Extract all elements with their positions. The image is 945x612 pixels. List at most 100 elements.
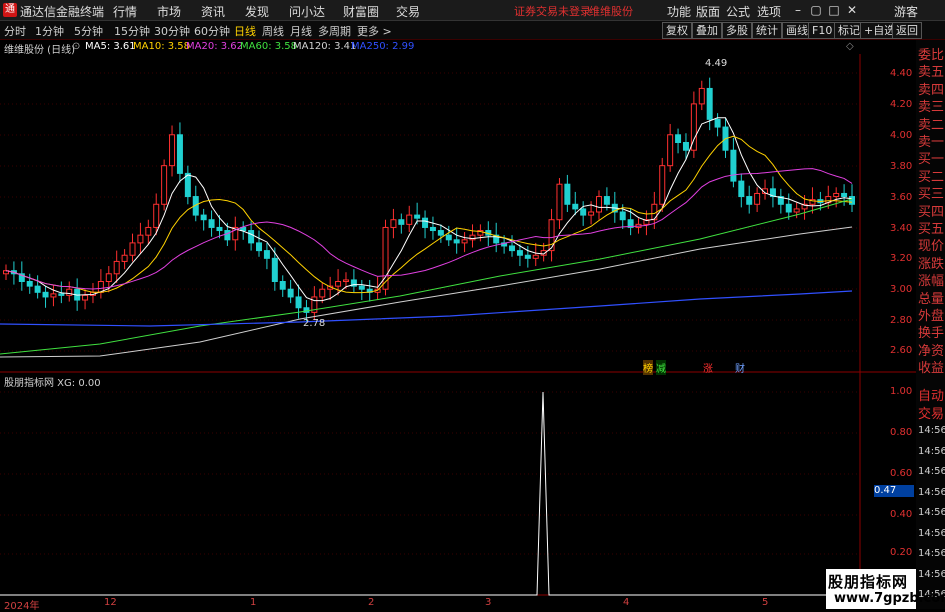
price-tick-4.20: 4.20 [890,99,913,110]
candle-body [738,180,745,198]
multi-stock-button[interactable]: 多股 [722,22,752,39]
indicator-tick-0.20: 0.20 [890,547,913,558]
candle-body [145,226,152,236]
stats-button[interactable]: 统计 [752,22,782,39]
side-label[interactable]: 卖三 [918,96,944,115]
side-label[interactable]: 收益 [918,357,944,376]
period-tab-multi[interactable]: 多周期 [318,23,351,39]
side-label[interactable]: 买二 [918,166,944,185]
period-tab-1min[interactable]: 1分钟 [35,23,64,39]
side-label[interactable]: 卖一 [918,131,944,150]
price-tick-3.80: 3.80 [890,161,913,172]
period-tab-daily[interactable]: 日线 [234,23,256,39]
candle-body [248,230,255,244]
candle-body [82,294,89,301]
adjust-button[interactable]: 复权 [662,22,692,39]
candle-body [437,230,444,236]
expand-icon[interactable]: ◇ [846,41,854,52]
candle-body [256,242,263,252]
x-tick-12: 12 [104,597,117,608]
side-label[interactable]: 卖二 [918,114,944,133]
price-tick-3.40: 3.40 [890,223,913,234]
side-label[interactable]: 卖五 [918,61,944,80]
side-bottom-label[interactable]: 自动 [918,385,944,404]
settings-icon[interactable]: ⊙ [72,41,80,52]
candle-body [66,288,73,296]
event-mark-limit[interactable]: 涨 [703,360,713,375]
candle-body [516,250,523,256]
x-tick-2024: 2024年 [4,601,40,612]
side-label[interactable]: 总量 [918,288,944,307]
menu-ask[interactable]: 问小达 [289,3,325,20]
event-mark-rank[interactable]: 榜 [643,360,653,375]
menu-trade[interactable]: 交易 [396,3,420,20]
menu-quotes[interactable]: 行情 [113,3,137,20]
ma-120-line [0,226,853,358]
side-label[interactable]: 外盘 [918,305,944,324]
side-label[interactable]: 买四 [918,201,944,220]
login-notice[interactable]: 证券交易未登录 [514,3,591,19]
side-label[interactable]: 卖四 [918,79,944,98]
period-tab-monthly[interactable]: 月线 [290,23,312,39]
period-tab-30min[interactable]: 30分钟 [154,23,190,39]
app-title: 通达信金融终端 [20,5,105,19]
period-tab-15min[interactable]: 15分钟 [114,23,150,39]
candle-body [524,254,531,259]
side-label[interactable]: 买五 [918,218,944,237]
indicator-line [0,391,852,596]
event-mark-finance[interactable]: 财 [735,360,745,375]
candles [3,77,855,322]
overlay-button[interactable]: 叠加 [692,22,722,39]
menu-news[interactable]: 资讯 [201,3,225,20]
price-tick-4.40: 4.40 [890,68,913,79]
side-label[interactable]: 涨跌 [918,253,944,272]
menu-market[interactable]: 市场 [157,3,181,20]
candle-body [271,257,278,282]
candle-body [153,203,160,228]
restore-icon[interactable]: ▢ [808,2,824,18]
side-label[interactable]: 买一 [918,148,944,167]
candle-body [287,288,294,298]
menu-wealth[interactable]: 财富圈 [343,3,379,20]
candle-body [785,203,792,213]
candle-body [445,234,452,241]
menu-discover[interactable]: 发现 [245,3,269,20]
x-tick-4: 4 [623,597,630,608]
side-bottom-label[interactable]: 交易 [918,403,944,422]
f10-button[interactable]: F10 [808,22,837,39]
stock-notice[interactable]: 维维股份 [589,3,633,19]
period-tab-weekly[interactable]: 周线 [262,23,284,39]
side-label[interactable]: 换手 [918,322,944,341]
side-label[interactable]: 委比 [918,44,944,63]
candle-body [619,211,626,221]
period-tab-5min[interactable]: 5分钟 [74,23,103,39]
menu-bar: 通 通达信金融终端 行情 市场 资讯 发现 问小达 财富圈 交易 证券交易未登录… [0,0,945,21]
candle-body [548,219,555,252]
close-icon[interactable]: ✕ [844,2,860,18]
indicator-tick-0.60: 0.60 [890,468,913,479]
menu-layout[interactable]: 版面 [696,3,720,20]
menu-options[interactable]: 选项 [757,3,781,20]
period-tab-60min[interactable]: 60分钟 [194,23,230,39]
event-mark-reduce[interactable]: 减 [656,360,666,375]
candle-body [453,239,460,244]
menu-function[interactable]: 功能 [667,3,691,20]
side-label[interactable]: 现价 [918,235,944,254]
menu-formula[interactable]: 公式 [726,3,750,20]
side-label[interactable]: 净资 [918,340,944,359]
side-label[interactable]: 涨幅 [918,270,944,289]
trade-time: 14:56 [918,568,945,580]
trade-time: 14:56 [918,527,945,539]
guest-label[interactable]: 游客 [894,3,918,20]
side-label[interactable]: 买三 [918,183,944,202]
period-tab-more[interactable]: 更多 > [357,23,392,39]
indicator-label[interactable]: 股朋指标网 XG: 0.00 [4,374,101,389]
maximize-icon[interactable]: □ [826,2,842,18]
ma20-value: MA20: 3.62 [186,41,244,52]
candle-body [169,134,176,167]
indicator-tick-0.40: 0.40 [890,509,913,520]
kline-chart[interactable] [0,54,916,609]
period-tab-timeshare[interactable]: 分时 [4,23,26,39]
back-button[interactable]: 返回 [892,22,922,39]
minimize-icon[interactable]: – [790,2,806,18]
